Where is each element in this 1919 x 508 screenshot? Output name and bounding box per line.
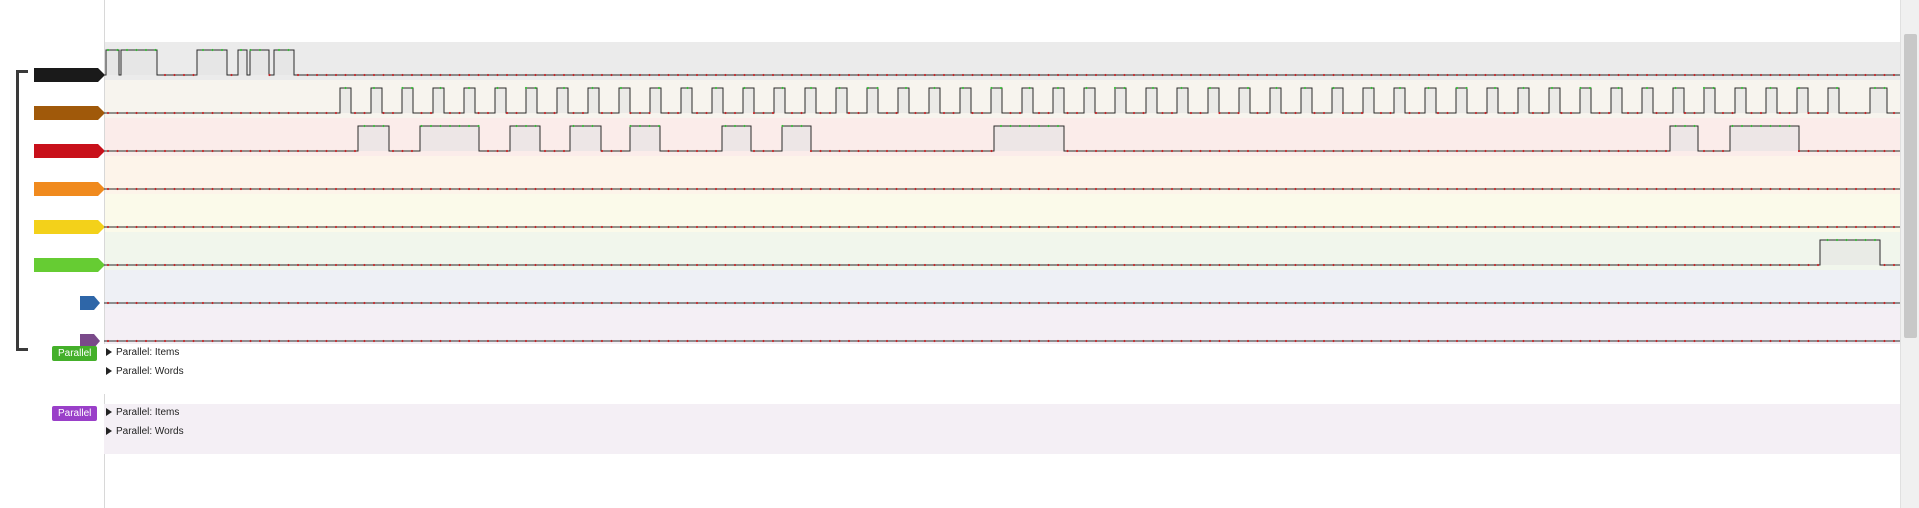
expand-triangle-icon[interactable]	[106, 427, 112, 435]
parallel-group-bg-1	[104, 404, 1900, 454]
items-row-label-0[interactable]: Parallel: Items	[106, 347, 179, 358]
channel-group-bracket	[16, 70, 28, 351]
expand-triangle-icon[interactable]	[106, 348, 112, 356]
expand-triangle-icon[interactable]	[106, 367, 112, 375]
waveform-7[interactable]	[104, 339, 1900, 343]
waveform-icprst_w[interactable]	[104, 48, 1900, 77]
waveform-icpclk_w[interactable]	[104, 86, 1900, 115]
parallel-tag-1[interactable]: Parallel	[52, 406, 98, 421]
parallel-group-bg-0	[104, 344, 1900, 394]
channel-tag-6[interactable]	[80, 296, 100, 310]
vertical-scrollbar[interactable]	[1900, 0, 1919, 508]
scrollbar-thumb[interactable]	[1904, 34, 1917, 338]
parallel-tag-0[interactable]: Parallel	[52, 346, 98, 361]
waveform-icpdat_r[interactable]	[104, 238, 1900, 267]
channel-tag-icpdat_w[interactable]	[34, 144, 105, 158]
logic-analyzer-view: 0101101010100101000000110000000000000000…	[0, 0, 1919, 508]
row-label-text: Parallel: Words	[116, 366, 184, 377]
waveform-icpdat_w[interactable]	[104, 124, 1900, 153]
row-label-text: Parallel: Items	[116, 407, 180, 418]
channel-tag-icprst_r[interactable]	[34, 182, 105, 196]
words-row-label-1[interactable]: Parallel: Words	[106, 426, 184, 437]
words-row-label-0[interactable]: Parallel: Words	[106, 366, 184, 377]
row-label-text: Parallel: Words	[116, 426, 184, 437]
items-row-label-1[interactable]: Parallel: Items	[106, 407, 179, 418]
waveform-icpclk_r[interactable]	[104, 225, 1900, 229]
channel-tag-icpclk_r[interactable]	[34, 220, 105, 234]
expand-triangle-icon[interactable]	[106, 408, 112, 416]
channel-tag-icprst_w[interactable]	[34, 68, 105, 82]
waveform-icprst_r[interactable]	[104, 187, 1900, 191]
row-label-text: Parallel: Items	[116, 347, 180, 358]
channel-tag-icpclk_w[interactable]	[34, 106, 105, 120]
channel-tag-icpdat_r[interactable]	[34, 258, 105, 272]
waveform-6[interactable]	[104, 301, 1900, 305]
